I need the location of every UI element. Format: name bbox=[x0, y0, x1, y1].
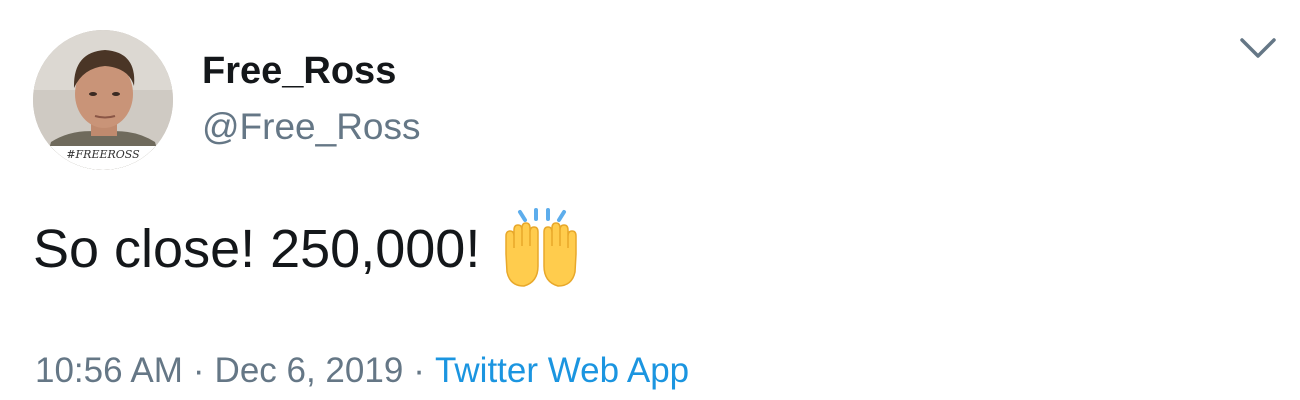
avatar-caption: #FREEROSS bbox=[66, 148, 140, 161]
tweet-date[interactable]: Dec 6, 2019 bbox=[215, 351, 404, 390]
avatar[interactable]: #FREEROSS bbox=[33, 30, 173, 170]
tweet-source-link[interactable]: Twitter Web App bbox=[435, 351, 689, 390]
tweet-card: #FREEROSS Free_Ross @Free_Ross So close!… bbox=[0, 0, 1300, 400]
tweet-time[interactable]: 10:56 AM bbox=[35, 351, 183, 390]
tweet-menu-button[interactable] bbox=[1236, 30, 1280, 66]
raising-hands-icon bbox=[498, 208, 584, 290]
tweet-text: So close! 250,000! bbox=[33, 219, 481, 279]
tweet-body: So close! 250,000! bbox=[33, 208, 584, 290]
meta-separator: · bbox=[413, 351, 425, 390]
chevron-down-icon bbox=[1240, 38, 1276, 58]
meta-separator: · bbox=[192, 351, 205, 390]
display-name[interactable]: Free_Ross bbox=[202, 49, 396, 93]
tweet-meta: 10:56 AM · Dec 6, 2019 · Twitter Web App bbox=[35, 349, 689, 393]
user-handle[interactable]: @Free_Ross bbox=[202, 105, 421, 149]
